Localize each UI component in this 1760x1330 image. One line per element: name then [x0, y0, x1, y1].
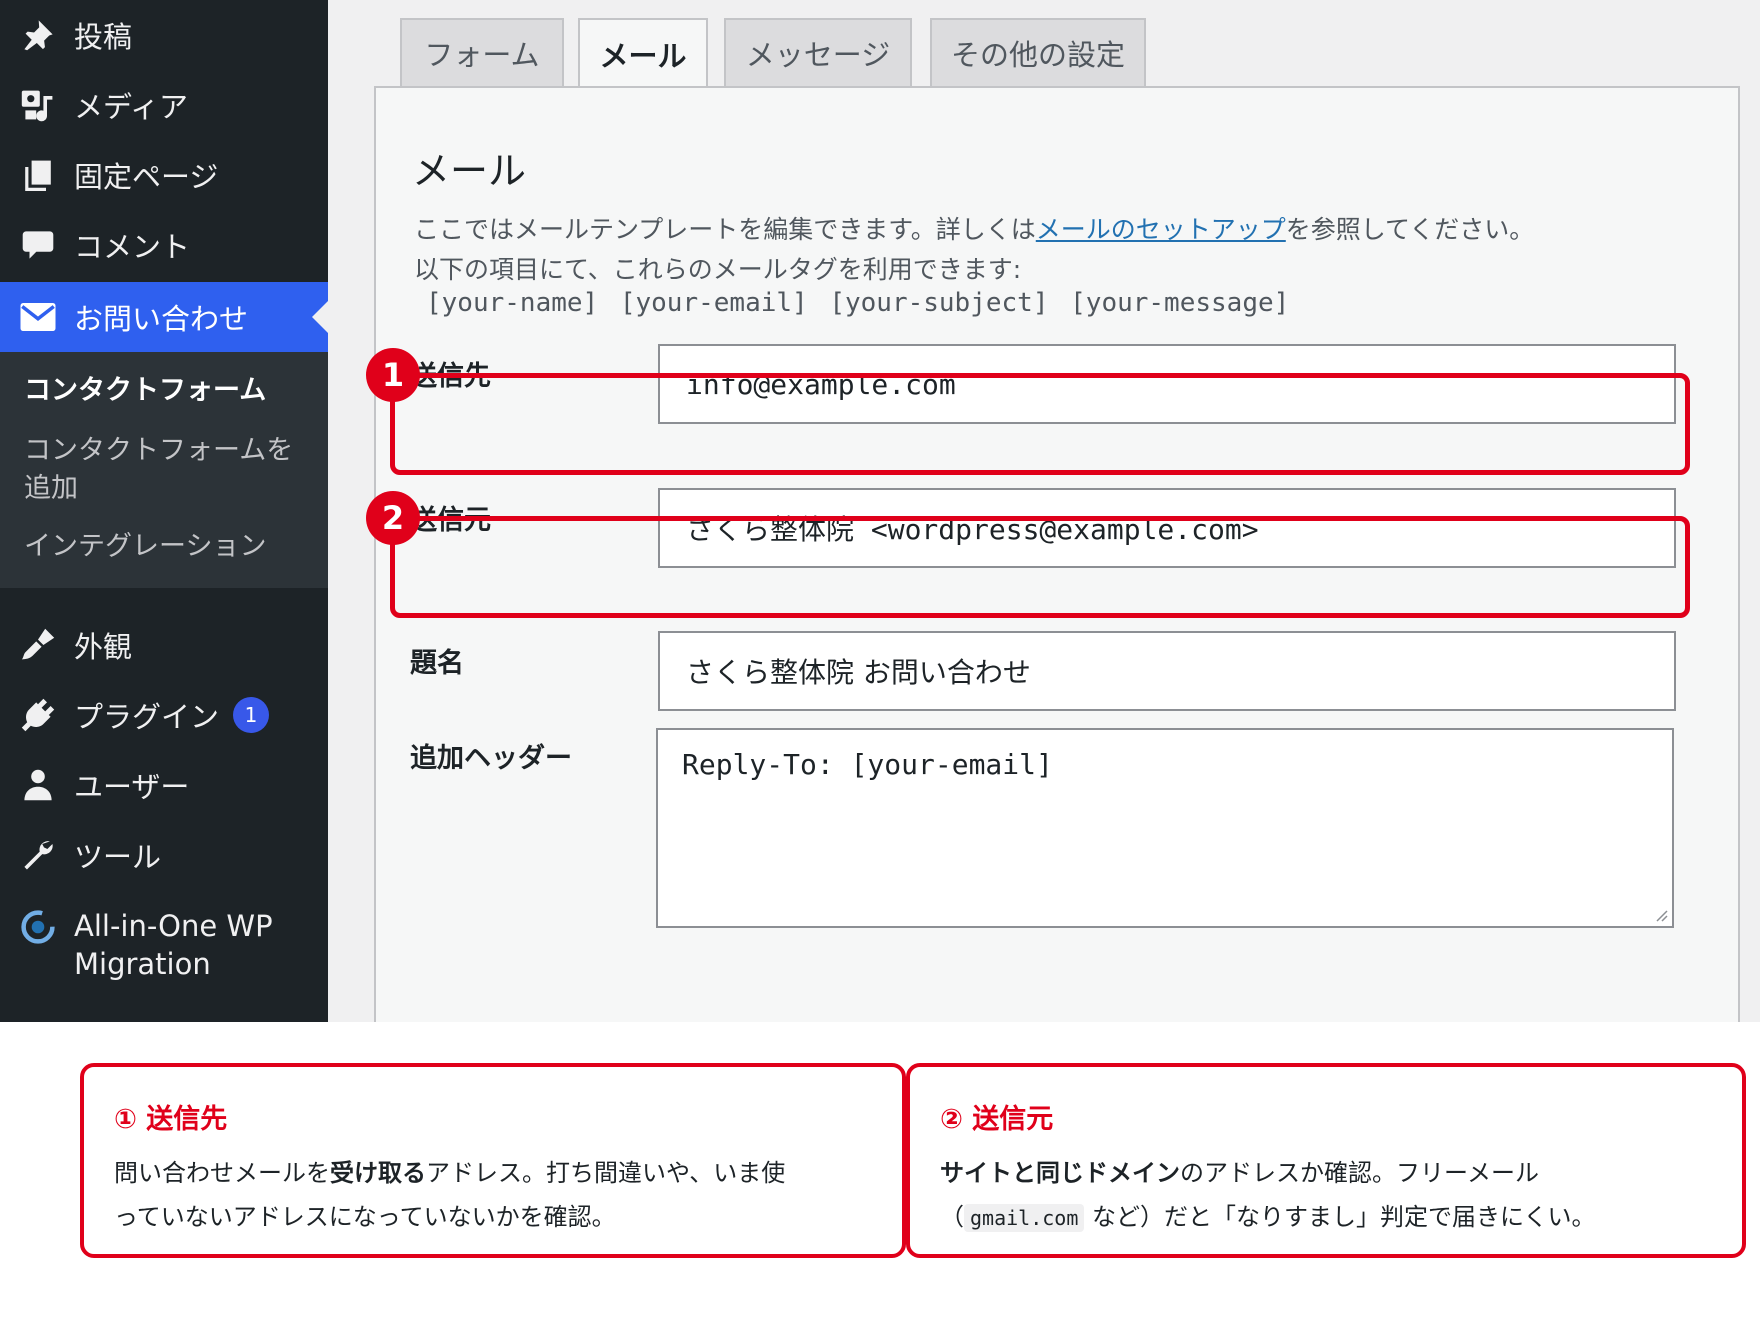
subject-field[interactable]: さくら整体院 お問い合わせ: [658, 631, 1676, 711]
menu-item-tools[interactable]: ツール: [0, 820, 328, 890]
pages-icon: [18, 155, 58, 195]
mail-setup-link[interactable]: メールのセットアップ: [1036, 215, 1286, 244]
menu-item-posts[interactable]: 投稿: [0, 0, 328, 70]
callout-title: ① 送信先: [114, 1104, 228, 1135]
menu-label: 投稿: [74, 20, 133, 54]
wp-admin-frame: 投稿 メディア 固定ページ コメント お問い合わせ コンタクトフォーム コンタク…: [0, 0, 1760, 1022]
callout-text: 問い合わせメールを: [114, 1159, 330, 1187]
tab-other-settings[interactable]: その他の設定: [930, 18, 1146, 88]
menu-label: 外観: [74, 630, 133, 664]
menu-item-aio-migration[interactable]: All-in-One WP Migration: [0, 895, 328, 995]
callout-text: っていないアドレスになっていないかを確認。: [114, 1203, 616, 1231]
contact-submenu: コンタクトフォーム コンタクトフォームを 追加 インテグレーション: [0, 352, 328, 588]
wrench-icon: [18, 835, 58, 875]
mail-icon: [18, 297, 58, 337]
menu-item-pages[interactable]: 固定ページ: [0, 140, 328, 210]
tab-form[interactable]: フォーム: [400, 18, 564, 88]
migration-icon: [18, 907, 58, 947]
aio-label-line1: All-in-One WP: [74, 909, 273, 943]
headers-value: Reply-To: [your-email]: [682, 748, 1053, 781]
panel-title: メール: [412, 149, 527, 193]
paintbrush-icon: [18, 625, 58, 665]
menu-item-appearance[interactable]: 外観: [0, 610, 328, 680]
desc-text-after: を参照してください。: [1285, 215, 1535, 244]
callout-title: ② 送信元: [940, 1104, 1054, 1135]
highlight-to-box: [390, 373, 1690, 475]
menu-label: コメント: [74, 230, 191, 264]
subject-label: 題名: [410, 648, 464, 679]
menu-label: お問い合わせ: [74, 302, 249, 336]
mail-tags: [your-name] [your-email] [your-subject] …: [426, 288, 1290, 318]
admin-sidebar: 投稿 メディア 固定ページ コメント お問い合わせ コンタクトフォーム コンタク…: [0, 0, 328, 1022]
callout-code: gmail.com: [964, 1204, 1085, 1232]
callout-bold: サイトと同じドメイン: [940, 1159, 1180, 1187]
submenu-add-line1: コンタクトフォームを: [24, 435, 294, 466]
headers-label: 追加ヘッダー: [410, 743, 572, 774]
menu-label: ユーザー: [74, 770, 190, 804]
callout-body: サイトと同じドメインのアドレスか確認。フリーメール （gmail.com など）だ…: [940, 1151, 1718, 1240]
menu-item-comments[interactable]: コメント: [0, 210, 328, 280]
update-count-badge: 1: [233, 697, 270, 733]
marker-1: 1: [366, 348, 420, 402]
resize-handle-icon[interactable]: [1652, 906, 1668, 922]
menu-item-media[interactable]: メディア: [0, 70, 328, 140]
menu-item-plugins[interactable]: プラグイン 1: [0, 680, 328, 750]
mail-tags-intro: 以下の項目にて、これらのメールタグを利用できます:: [414, 255, 1022, 284]
plugin-icon: [18, 695, 58, 735]
callout-text: （: [940, 1203, 964, 1231]
desc-text: ここではメールテンプレートを編集できます。詳しくは: [414, 215, 1036, 244]
callout-body: 問い合わせメールを受け取るアドレス。打ち間違いや、いま使っていないアドレスになっ…: [114, 1151, 878, 1239]
tab-messages[interactable]: メッセージ: [724, 18, 912, 88]
menu-label: ツール: [74, 840, 162, 874]
callout-text: など）だと「なりすまし」判定で届きにくい。: [1084, 1203, 1596, 1231]
menu-item-contact[interactable]: お問い合わせ: [0, 282, 328, 352]
pushpin-icon: [18, 15, 58, 55]
aio-label-line2: Migration: [74, 947, 211, 981]
submenu-add-new[interactable]: コンタクトフォームを 追加: [24, 432, 293, 508]
callout-text: アドレス。打ち間違いや、いま使: [426, 1159, 786, 1187]
callout-to: ① 送信先 問い合わせメールを受け取るアドレス。打ち間違いや、いま使っていないア…: [80, 1063, 906, 1258]
marker-2: 2: [366, 491, 420, 545]
plugin-label-wrap: プラグイン 1: [74, 694, 270, 736]
callout-from: ② 送信元 サイトと同じドメインのアドレスか確認。フリーメール （gmail.co…: [906, 1063, 1746, 1258]
user-icon: [18, 765, 58, 805]
callout-bold: 受け取る: [330, 1159, 426, 1187]
submenu-integration[interactable]: インテグレーション: [24, 528, 266, 566]
media-icon: [18, 85, 58, 125]
panel-description: ここではメールテンプレートを編集できます。詳しくはメールのセットアップを参照して…: [414, 210, 1534, 246]
callout-text: のアドレスか確認。フリーメール: [1180, 1159, 1540, 1187]
comment-icon: [18, 225, 58, 265]
submenu-contact-forms[interactable]: コンタクトフォーム: [24, 372, 266, 410]
tab-mail[interactable]: メール: [578, 18, 708, 90]
menu-item-users[interactable]: ユーザー: [0, 750, 328, 820]
menu-label: 固定ページ: [74, 160, 219, 194]
additional-headers-textarea[interactable]: Reply-To: [your-email]: [656, 728, 1674, 928]
menu-label: プラグイン: [74, 700, 220, 734]
highlight-from-box: [390, 516, 1690, 618]
menu-label: メディア: [74, 90, 188, 124]
submenu-add-line2: 追加: [24, 473, 78, 504]
aio-label: All-in-One WP Migration: [74, 907, 273, 983]
